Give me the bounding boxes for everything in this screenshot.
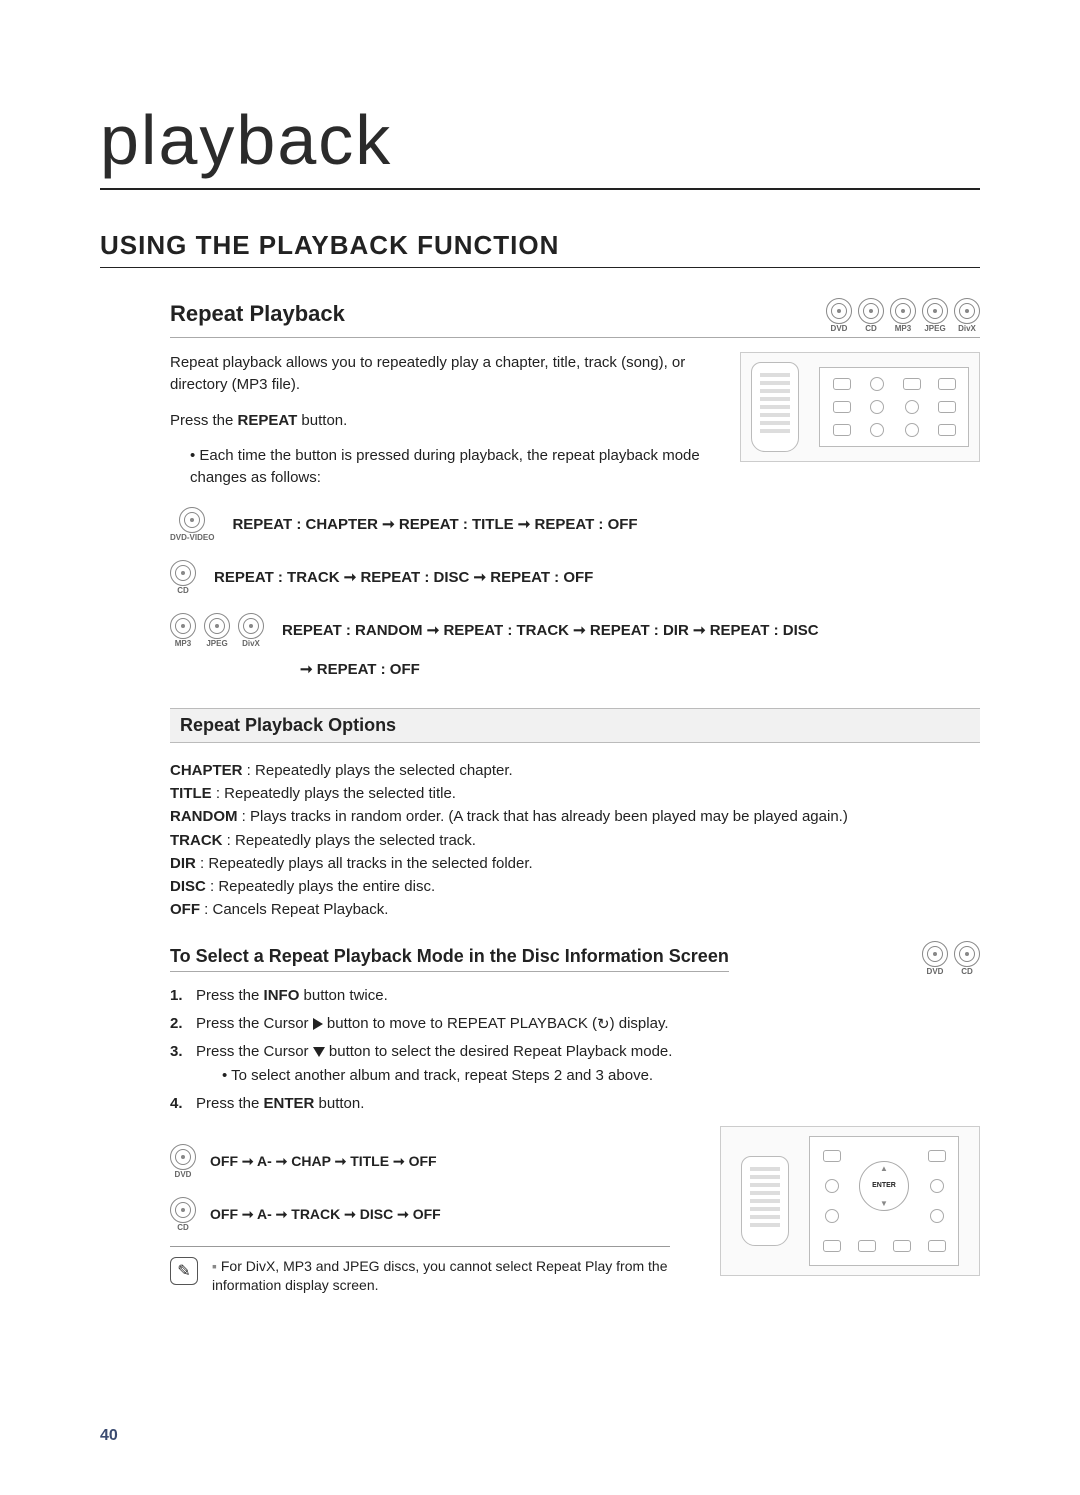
remote-zoom-panel — [819, 367, 969, 447]
bottom-sequence-cd: CD OFF ➞ A- ➞ TRACK ➞ DISC ➞ OFF — [170, 1197, 690, 1232]
sequence-text: REPEAT : TRACK ➞ REPEAT : DISC ➞ REPEAT … — [214, 568, 593, 586]
disc-icon: DivX — [954, 298, 980, 333]
remote-zoom-panel: ENTER — [809, 1136, 959, 1266]
note-block: ✎ For DivX, MP3 and JPEG discs, you cann… — [170, 1246, 670, 1296]
sequence-text-continued: ➞ REPEAT : OFF — [300, 660, 980, 678]
disc-icon: MP3 — [890, 298, 916, 333]
sequence-text: REPEAT : CHAPTER ➞ REPEAT : TITLE ➞ REPE… — [232, 515, 637, 533]
repeat-icon: ↻ — [597, 1013, 610, 1037]
note-icon: ✎ — [170, 1257, 198, 1285]
sequence-text: REPEAT : RANDOM ➞ REPEAT : TRACK ➞ REPEA… — [282, 621, 819, 639]
cursor-down-icon — [313, 1047, 325, 1057]
step-2: Press the Cursor button to move to REPEA… — [170, 1012, 980, 1036]
intro-paragraph: Repeat playback allows you to repeatedly… — [170, 352, 690, 396]
disc-icon: JPEG — [204, 613, 230, 648]
procedure-steps: Press the INFO button twice. Press the C… — [170, 984, 980, 1116]
disc-icon: CD — [170, 560, 196, 595]
section-heading: USING THE PLAYBACK FUNCTION — [100, 230, 980, 268]
remote-diagram — [740, 352, 980, 462]
disc-icon: DVD — [826, 298, 852, 333]
divider — [170, 337, 980, 338]
enter-button-icon: ENTER — [859, 1161, 909, 1211]
remote-diagram: ENTER — [720, 1126, 980, 1276]
supported-media-icons: DVD CD MP3 JPEG DivX — [826, 298, 980, 333]
step-4: Press the ENTER button. — [170, 1092, 980, 1116]
chapter-title: playback — [100, 100, 980, 190]
step-3: Press the Cursor button to select the de… — [170, 1040, 980, 1088]
option-chapter: CHAPTER : Repeatedly plays the selected … — [170, 759, 980, 782]
note-text: For DivX, MP3 and JPEG discs, you cannot… — [212, 1257, 670, 1296]
disc-icon: DVD — [170, 1144, 196, 1179]
page-number: 40 — [100, 1427, 118, 1445]
bottom-sequence-dvd: DVD OFF ➞ A- ➞ CHAP ➞ TITLE ➞ OFF — [170, 1144, 690, 1179]
option-dir: DIR : Repeatedly plays all tracks in the… — [170, 852, 980, 875]
procedure-heading: To Select a Repeat Playback Mode in the … — [170, 946, 729, 972]
step-3-sub: • To select another album and track, rep… — [222, 1064, 980, 1088]
disc-icon: DivX — [238, 613, 264, 648]
sequence-mp3-jpeg-divx: MP3 JPEG DivX REPEAT : RANDOM ➞ REPEAT :… — [170, 613, 980, 648]
sequence-dvd: DVD-VIDEO REPEAT : CHAPTER ➞ REPEAT : TI… — [170, 507, 980, 542]
sequence-text: OFF ➞ A- ➞ TRACK ➞ DISC ➞ OFF — [210, 1206, 441, 1223]
sequence-cd: CD REPEAT : TRACK ➞ REPEAT : DISC ➞ REPE… — [170, 560, 980, 595]
disc-icon: DVD-VIDEO — [170, 507, 214, 542]
remote-outline-icon — [741, 1156, 789, 1246]
disc-icon: CD — [858, 298, 884, 333]
disc-icon: CD — [954, 941, 980, 976]
sequence-text: OFF ➞ A- ➞ CHAP ➞ TITLE ➞ OFF — [210, 1153, 437, 1170]
disc-icon: JPEG — [922, 298, 948, 333]
repeat-playback-heading: Repeat Playback — [170, 301, 345, 327]
option-off: OFF : Cancels Repeat Playback. — [170, 898, 980, 921]
disc-icon: MP3 — [170, 613, 196, 648]
supported-media-icons: DVD CD — [922, 941, 980, 976]
option-random: RANDOM : Plays tracks in random order. (… — [170, 805, 980, 828]
press-repeat-line: Press the REPEAT button. — [170, 410, 690, 432]
disc-icon: CD — [170, 1197, 196, 1232]
cursor-right-icon — [313, 1018, 323, 1030]
remote-outline-icon — [751, 362, 799, 452]
option-disc: DISC : Repeatedly plays the entire disc. — [170, 875, 980, 898]
options-heading: Repeat Playback Options — [170, 708, 980, 743]
option-track: TRACK : Repeatedly plays the selected tr… — [170, 829, 980, 852]
step-1: Press the INFO button twice. — [170, 984, 980, 1008]
disc-icon: DVD — [922, 941, 948, 976]
option-title: TITLE : Repeatedly plays the selected ti… — [170, 782, 980, 805]
